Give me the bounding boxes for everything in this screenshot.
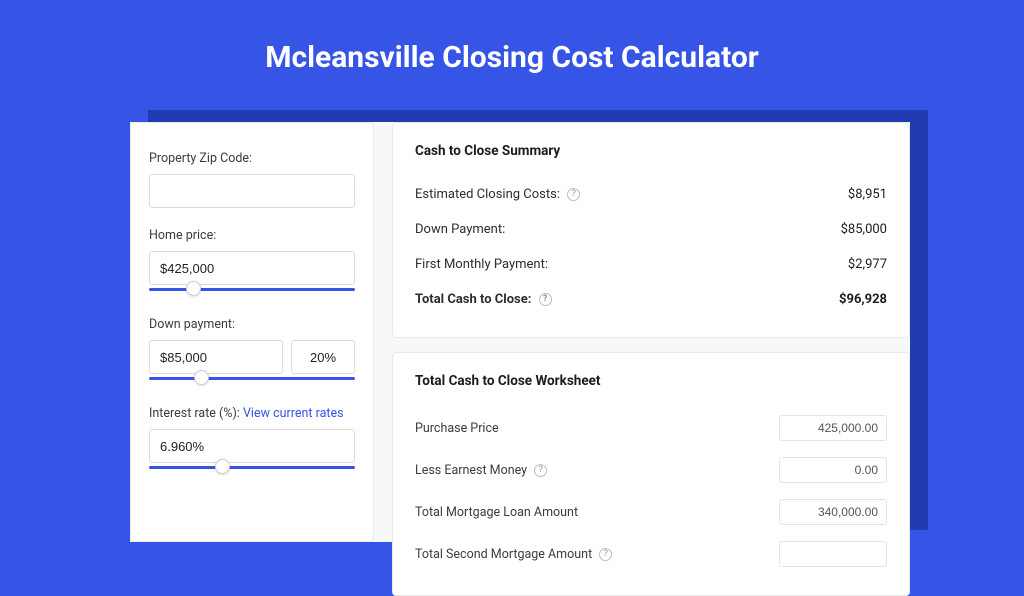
page-title: Mcleansville Closing Cost Calculator <box>0 0 1024 101</box>
summary-row: Estimated Closing Costs: ? $8,951 <box>415 177 887 212</box>
worksheet-row: Total Mortgage Loan Amount <box>415 491 887 533</box>
summary-total-label: Total Cash to Close: ? <box>415 292 552 307</box>
help-icon[interactable]: ? <box>567 188 580 201</box>
down-payment-input[interactable] <box>149 340 283 374</box>
worksheet-label: Total Second Mortgage Amount ? <box>415 547 612 562</box>
slider-track <box>149 377 355 380</box>
help-icon[interactable]: ? <box>539 293 552 306</box>
worksheet-input[interactable] <box>779 541 887 567</box>
calculator-card: Property Zip Code: Home price: Down paym… <box>130 122 910 542</box>
worksheet-row: Purchase Price <box>415 407 887 449</box>
slider-thumb[interactable] <box>194 370 209 385</box>
field-home-price: Home price: <box>149 228 355 297</box>
summary-label: First Monthly Payment: <box>415 257 548 272</box>
summary-label-text: Estimated Closing Costs: <box>415 187 560 202</box>
worksheet-label-text: Less Earnest Money <box>415 463 527 478</box>
worksheet-row: Less Earnest Money ? <box>415 449 887 491</box>
worksheet-label: Less Earnest Money ? <box>415 463 547 478</box>
worksheet-card: Total Cash to Close Worksheet Purchase P… <box>392 352 910 596</box>
field-interest-rate: Interest rate (%): View current rates <box>149 406 355 475</box>
help-icon[interactable]: ? <box>534 464 547 477</box>
summary-row: Down Payment: $85,000 <box>415 212 887 247</box>
field-down-payment: Down payment: <box>149 317 355 386</box>
interest-slider[interactable] <box>149 461 355 475</box>
summary-total-label-text: Total Cash to Close: <box>415 292 531 307</box>
worksheet-heading: Total Cash to Close Worksheet <box>415 373 887 389</box>
interest-input[interactable] <box>149 429 355 463</box>
slider-thumb[interactable] <box>215 459 230 474</box>
worksheet-label: Total Mortgage Loan Amount <box>415 505 578 520</box>
slider-track <box>149 288 355 291</box>
results-panel: Cash to Close Summary Estimated Closing … <box>392 122 910 542</box>
summary-total-row: Total Cash to Close: ? $96,928 <box>415 282 887 317</box>
view-rates-link[interactable]: View current rates <box>243 406 344 421</box>
summary-total-value: $96,928 <box>839 292 887 307</box>
zip-input[interactable] <box>149 174 355 208</box>
home-price-slider[interactable] <box>149 283 355 297</box>
summary-row: First Monthly Payment: $2,977 <box>415 247 887 282</box>
interest-label-text: Interest rate (%): <box>149 406 240 421</box>
help-icon[interactable]: ? <box>599 548 612 561</box>
summary-value: $2,977 <box>848 257 887 272</box>
worksheet-label-text: Total Second Mortgage Amount <box>415 547 592 562</box>
zip-label: Property Zip Code: <box>149 151 355 166</box>
field-zip: Property Zip Code: <box>149 151 355 208</box>
down-payment-slider[interactable] <box>149 372 355 386</box>
worksheet-row: Total Second Mortgage Amount ? <box>415 533 887 575</box>
summary-label: Estimated Closing Costs: ? <box>415 187 580 202</box>
down-payment-pct-input[interactable] <box>291 340 355 374</box>
slider-thumb[interactable] <box>186 281 201 296</box>
summary-card: Cash to Close Summary Estimated Closing … <box>392 122 910 338</box>
worksheet-input[interactable] <box>779 415 887 441</box>
interest-label: Interest rate (%): View current rates <box>149 406 355 421</box>
down-payment-label: Down payment: <box>149 317 355 332</box>
worksheet-label: Purchase Price <box>415 421 499 436</box>
summary-value: $8,951 <box>848 187 887 202</box>
home-price-input[interactable] <box>149 251 355 285</box>
worksheet-input[interactable] <box>779 499 887 525</box>
summary-value: $85,000 <box>841 222 887 237</box>
slider-track <box>149 466 355 469</box>
summary-label: Down Payment: <box>415 222 505 237</box>
summary-heading: Cash to Close Summary <box>415 143 887 159</box>
inputs-panel: Property Zip Code: Home price: Down paym… <box>130 122 374 542</box>
worksheet-input[interactable] <box>779 457 887 483</box>
home-price-label: Home price: <box>149 228 355 243</box>
